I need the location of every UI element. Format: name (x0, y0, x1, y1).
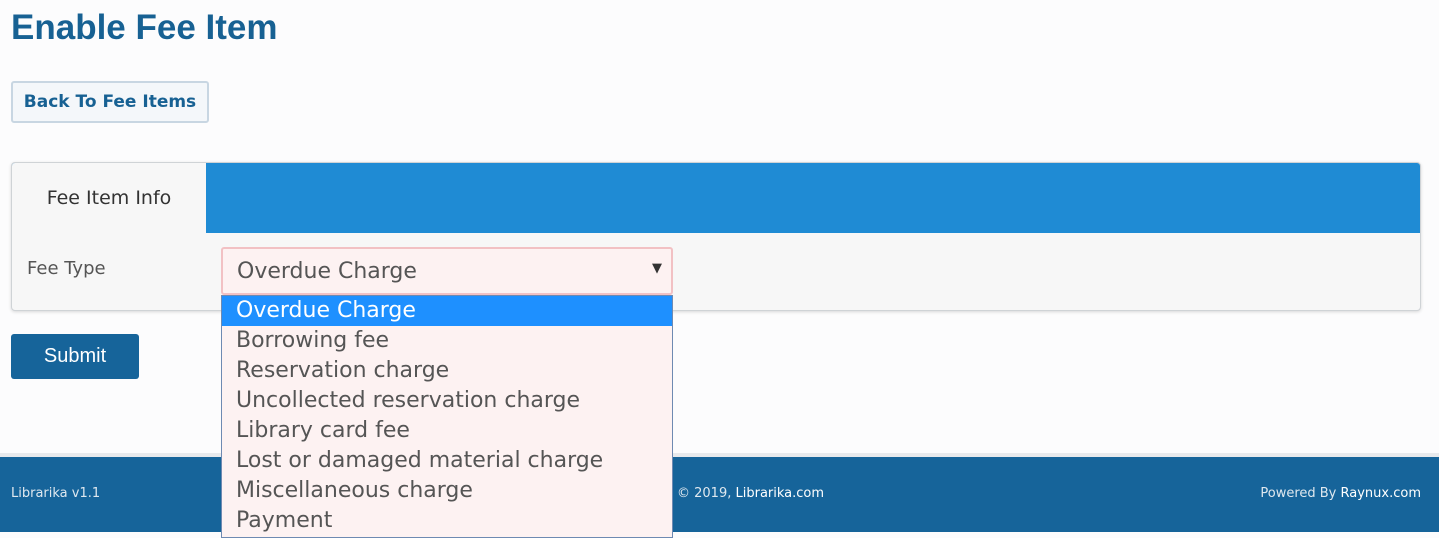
back-to-fee-items-button[interactable]: Back To Fee Items (11, 81, 209, 123)
dropdown-option-overdue-charge[interactable]: Overdue Charge (222, 296, 672, 326)
dropdown-option-borrowing-fee[interactable]: Borrowing fee (222, 326, 672, 356)
chevron-down-icon: ▼ (652, 261, 662, 276)
app-version: Librarika v1.1 (11, 486, 101, 501)
powered-by: Powered By Raynux.com (1260, 486, 1421, 501)
dropdown-option-uncollected-reservation-charge[interactable]: Uncollected reservation charge (222, 386, 672, 416)
dropdown-option-lost-or-damaged-material-charge[interactable]: Lost or damaged material charge (222, 446, 672, 476)
tab-fee-item-info[interactable]: Fee Item Info (12, 163, 206, 233)
dropdown-option-miscellaneous-charge[interactable]: Miscellaneous charge (222, 476, 672, 506)
fee-type-label: Fee Type (27, 258, 106, 279)
dropdown-option-payment[interactable]: Payment (222, 506, 672, 536)
page-title: Enable Fee Item (11, 8, 278, 47)
dropdown-option-reservation-charge[interactable]: Reservation charge (222, 356, 672, 386)
copyright: © 2019, Librarika.com (677, 486, 824, 501)
dropdown-option-library-card-fee[interactable]: Library card fee (222, 416, 672, 446)
fee-type-dropdown-list: Overdue Charge Borrowing fee Reservation… (221, 295, 673, 538)
panel-header (12, 163, 1420, 233)
powered-by-text: Powered By (1260, 486, 1337, 501)
copyright-text: © 2019, (677, 486, 732, 501)
librarika-link[interactable]: Librarika.com (736, 486, 825, 501)
submit-button[interactable]: Submit (11, 334, 139, 379)
raynux-link[interactable]: Raynux.com (1341, 486, 1421, 501)
fee-type-selected-value: Overdue Charge (237, 258, 417, 284)
fee-type-select[interactable]: Overdue Charge ▼ (221, 247, 673, 295)
footer: Librarika v1.1 © 2019, Librarika.com Pow… (0, 457, 1439, 532)
